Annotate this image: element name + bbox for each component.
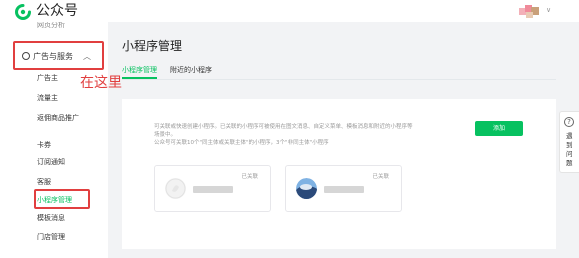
description-line: 公众号可关联10个"同主体或关联主体"的小程序，3个"非同主体"小程序 bbox=[154, 140, 329, 146]
linked-mini-program-item[interactable]: 已关联 bbox=[154, 165, 271, 212]
help-floating-tab[interactable]: ? 遇到问题 bbox=[559, 111, 579, 173]
sidebar-item-store-management[interactable]: 门店管理 bbox=[37, 233, 65, 242]
page-title: 小程序管理 bbox=[122, 39, 183, 53]
app-name[interactable]: 公众号 bbox=[36, 2, 78, 20]
annotation-text: 在这里 bbox=[80, 75, 122, 91]
mini-program-name-redacted bbox=[193, 186, 233, 193]
tab-bar: 小程序管理 附近的小程序 bbox=[122, 66, 556, 80]
help-label: 遇到问题 bbox=[566, 132, 573, 167]
sidebar-item-advertiser[interactable]: 广告主 bbox=[37, 74, 58, 83]
tab-nearby-mini-programs[interactable]: 附近的小程序 bbox=[170, 66, 212, 75]
sidebar-item-web-analysis[interactable]: 网页分析 bbox=[37, 22, 65, 28]
description-line: 可关联或快速创建小程序。已关联的小程序可被使用在图文消息、自定义菜单、模板消息和… bbox=[154, 124, 413, 130]
account-avatar[interactable] bbox=[519, 5, 541, 18]
sidebar-item-coupons[interactable]: 卡券 bbox=[37, 141, 51, 150]
description: 可关联或快速创建小程序。已关联的小程序可被使用在图文消息、自定义菜单、模板消息和… bbox=[154, 123, 454, 147]
mini-program-logo-icon bbox=[165, 178, 186, 199]
highlight-box-ads-services bbox=[13, 41, 104, 70]
question-circle-icon: ? bbox=[564, 117, 574, 127]
tab-mini-program-management[interactable]: 小程序管理 bbox=[122, 66, 157, 79]
sidebar-item-commission-promotion[interactable]: 返佣商品推广 bbox=[37, 114, 79, 123]
sidebar-item-template-messages[interactable]: 模板消息 bbox=[37, 214, 65, 223]
mini-program-logo-icon bbox=[296, 178, 317, 199]
sidebar-item-publisher[interactable]: 流量主 bbox=[37, 94, 58, 103]
linked-status: 已关联 bbox=[372, 174, 389, 180]
description-line: 场景中。 bbox=[154, 132, 177, 138]
mini-program-name-redacted bbox=[324, 186, 364, 193]
chevron-down-icon[interactable]: ∨ bbox=[546, 6, 551, 14]
mini-program-card: 可关联或快速创建小程序。已关联的小程序可被使用在图文消息、自定义菜单、模板消息和… bbox=[122, 99, 556, 249]
top-header: 公众号 ∨ bbox=[0, 0, 579, 22]
sidebar-item-customer-service[interactable]: 客服 bbox=[37, 178, 51, 187]
mini-program-avatar bbox=[165, 178, 186, 199]
sidebar-item-subscription-notice[interactable]: 订阅通知 bbox=[37, 158, 65, 167]
linked-mini-program-item[interactable]: 已关联 bbox=[285, 165, 402, 212]
add-button[interactable]: 添加 bbox=[475, 121, 523, 136]
mini-program-avatar bbox=[296, 178, 317, 199]
linked-status: 已关联 bbox=[241, 174, 258, 180]
wechat-official-account-icon[interactable] bbox=[15, 4, 31, 20]
highlight-box-mini-program-management bbox=[34, 189, 90, 209]
